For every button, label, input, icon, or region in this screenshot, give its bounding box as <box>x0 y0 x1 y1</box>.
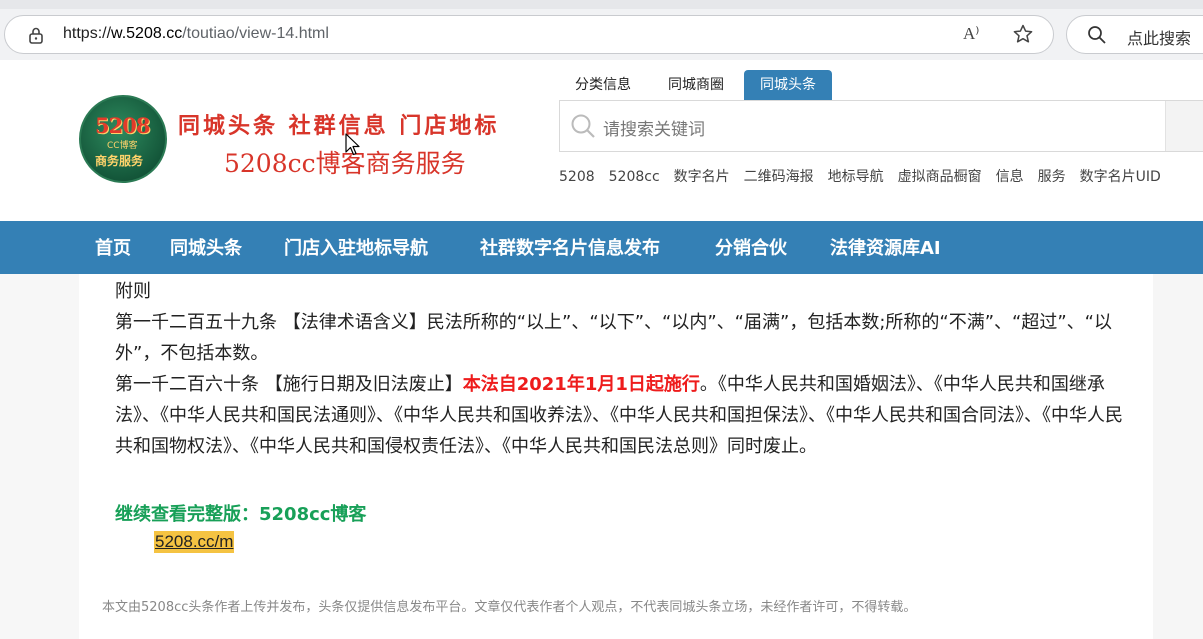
nav-community-card[interactable]: 社群数字名片信息发布 <box>480 234 660 260</box>
article-highlight: 本法自2021年1月1日起施行 <box>462 374 700 395</box>
tab-strip <box>0 0 1203 9</box>
address-text[interactable]: https://w.5208.cc/toutiao/view-14.html <box>63 25 329 43</box>
logo-subtitle-1: CC博客 <box>107 141 138 151</box>
main-nav: 首页 同城头条 门店入驻地标导航 社群数字名片信息发布 分销合伙 法律资源库AI <box>0 221 1203 274</box>
right-sidebar <box>1153 274 1203 639</box>
hot-keyword[interactable]: 信息 <box>996 166 1024 186</box>
search-submit-button[interactable] <box>1165 101 1203 151</box>
url-path: /toutiao/view-14.html <box>182 25 329 42</box>
address-bar[interactable]: https://w.5208.cc/toutiao/view-14.html A… <box>4 15 1054 54</box>
search-input[interactable]: 请搜索关键词 <box>603 115 705 140</box>
nav-legal-ai[interactable]: 法律资源库AI <box>830 234 941 260</box>
nav-store-landmark[interactable]: 门店入驻地标导航 <box>284 234 428 260</box>
hot-keyword[interactable]: 地标导航 <box>828 166 884 186</box>
site-slogan: 同城头条 社群信息 门店地标 <box>178 113 500 139</box>
hot-keyword[interactable]: 数字名片UID <box>1080 166 1161 186</box>
hot-keyword[interactable]: 二维码海报 <box>744 166 814 186</box>
nav-distribution[interactable]: 分销合伙 <box>715 234 787 260</box>
logo-number: 5208 <box>95 113 150 138</box>
tab-classified[interactable]: 分类信息 <box>575 70 631 100</box>
web-page: 5208 CC博客 商务服务 同城头条 社群信息 门店地标 5208cc博客商务… <box>0 60 1203 639</box>
favorite-star-icon[interactable] <box>1012 23 1034 45</box>
article-paragraph: 第一千二百六十条 【施行日期及旧法废止】本法自2021年1月1日起施行。《中华人… <box>115 369 1125 462</box>
article-clause-title: 第一千二百六十条 【施行日期及旧法废止】 <box>115 374 463 395</box>
lock-icon[interactable] <box>27 26 45 44</box>
read-aloud-icon[interactable]: A⁾ <box>963 24 979 44</box>
site-search-box[interactable]: 请搜索关键词 <box>559 100 1203 152</box>
browser-search-label: 点此搜索 <box>1127 29 1192 48</box>
hot-keyword[interactable]: 服务 <box>1038 166 1066 186</box>
url-scheme: https:// <box>63 25 112 42</box>
search-icon <box>1088 26 1106 44</box>
hot-keyword[interactable]: 5208cc <box>609 169 660 185</box>
hot-keyword[interactable]: 数字名片 <box>674 166 730 186</box>
site-logo[interactable]: 5208 CC博客 商务服务 <box>79 95 167 183</box>
hot-keywords: 5208 5208cc 数字名片 二维码海报 地标导航 虚拟商品橱窗 信息 服务 数字名片UID <box>559 166 1175 188</box>
article-section-heading: 附则 <box>115 281 151 302</box>
tab-local-headlines[interactable]: 同城头条 <box>744 70 832 100</box>
browser-chrome: https://w.5208.cc/toutiao/view-14.html A… <box>0 0 1203 60</box>
nav-local-headlines[interactable]: 同城头条 <box>170 234 242 260</box>
mouse-cursor-icon <box>345 133 360 156</box>
url-domain: w.5208.cc <box>111 25 183 42</box>
browser-search-button[interactable]: 点此搜索 <box>1066 15 1203 54</box>
copyright-disclaimer: 本文由5208cc头条作者上传并发布，头条仅提供信息发布平台。文章仅代表作者个人… <box>102 600 917 615</box>
hot-keyword[interactable]: 虚拟商品橱窗 <box>898 166 982 186</box>
continue-reading-text: 继续查看完整版：5208cc博客 <box>115 504 367 525</box>
tab-business-circle[interactable]: 同城商圈 <box>668 70 724 100</box>
article-paragraph: 第一千二百五十九条 【法律术语含义】民法所称的“以上”、“以下”、“以内”、“届… <box>115 312 1113 364</box>
search-icon <box>571 114 595 138</box>
hot-keyword[interactable]: 5208 <box>559 169 595 185</box>
full-version-link[interactable]: 5208.cc/m <box>154 531 235 553</box>
nav-home[interactable]: 首页 <box>95 234 131 260</box>
logo-subtitle-2: 商务服务 <box>95 154 144 168</box>
article-content: 附则 第一千二百五十九条 【法律术语含义】民法所称的“以上”、“以下”、“以内”… <box>79 274 1153 639</box>
left-gutter <box>0 274 79 639</box>
